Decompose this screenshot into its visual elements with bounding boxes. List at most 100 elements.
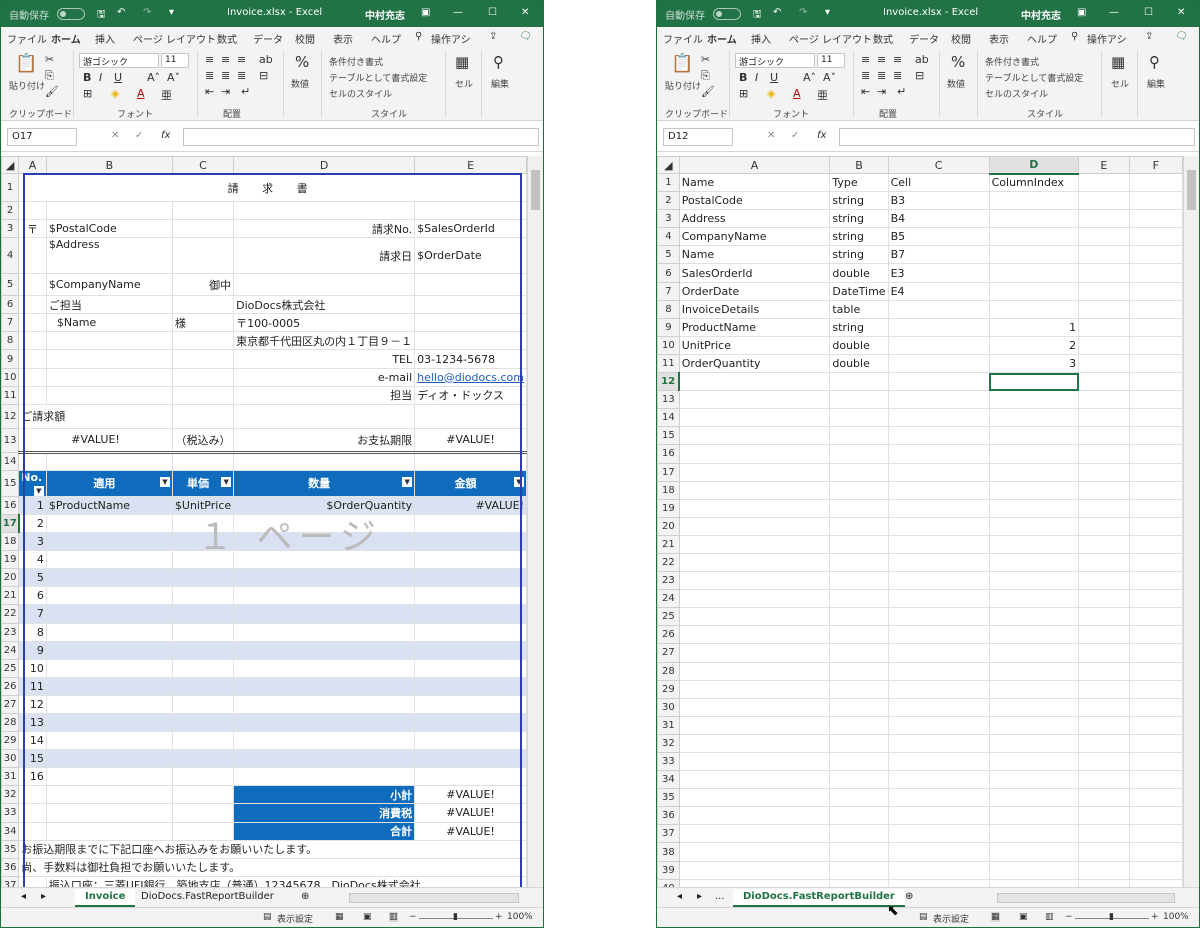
merge-center-icon[interactable]: ⊟ [915, 69, 924, 82]
empty-cell[interactable] [887, 589, 990, 609]
empty-cell[interactable] [988, 697, 1080, 717]
empty-cell[interactable] [988, 824, 1080, 844]
empty-cell[interactable] [678, 806, 831, 826]
empty-cell[interactable] [887, 842, 990, 862]
contact-name-cell[interactable]: $Name [45, 313, 173, 333]
subtotal-label[interactable]: 小計 [233, 785, 416, 805]
address-cell[interactable]: $Address [45, 237, 173, 275]
line-no[interactable]: 12 [18, 694, 47, 714]
empty-cell[interactable] [678, 408, 831, 428]
close-icon[interactable]: ✕ [1177, 7, 1185, 18]
cell-a10[interactable]: UnitPrice [678, 335, 831, 355]
row-header[interactable]: 38 [657, 842, 680, 862]
share-icon[interactable]: ⇪ [489, 31, 497, 42]
empty-cell[interactable] [988, 498, 1080, 518]
header-no[interactable]: No. ▼ [18, 469, 47, 497]
scroll-left-icon[interactable]: ◂ [21, 891, 26, 902]
sama-label[interactable]: 様 [171, 313, 235, 333]
row-header[interactable]: 1 [657, 172, 680, 193]
empty-cell[interactable] [829, 770, 889, 790]
save-icon[interactable]: 🖫 [97, 7, 106, 24]
row-header[interactable]: 31 [657, 715, 680, 735]
empty-cell[interactable] [678, 842, 831, 862]
empty-cell[interactable] [887, 770, 990, 790]
line-no[interactable]: 11 [18, 676, 47, 696]
empty-cell[interactable] [988, 480, 1080, 500]
empty-cell[interactable] [1078, 770, 1130, 790]
row-header[interactable]: 18 [1, 532, 20, 552]
filter-dropdown-icon[interactable]: ▼ [221, 477, 232, 488]
row-header[interactable]: 20 [657, 516, 680, 536]
zoom-level[interactable]: 100% [1163, 912, 1189, 922]
empty-cell[interactable] [829, 824, 889, 844]
empty-cell[interactable] [678, 534, 831, 554]
empty-cell[interactable] [1128, 571, 1183, 591]
paste-icon[interactable]: 📋 [15, 53, 37, 74]
empty-cell[interactable] [1128, 245, 1183, 265]
empty-cell[interactable] [1128, 534, 1183, 554]
ribbon-display-icon[interactable]: ▣ [1077, 7, 1086, 18]
tab-data[interactable]: データ [253, 31, 283, 46]
align-center-icon[interactable]: ≣ [877, 69, 886, 82]
postal-code-cell[interactable]: $PostalCode [45, 219, 173, 239]
display-settings-icon[interactable]: ▤ [263, 912, 272, 922]
row-header[interactable]: 27 [657, 643, 680, 663]
tax-label[interactable]: 消費税 [233, 803, 416, 823]
order-date-cell[interactable]: $OrderDate [414, 237, 527, 275]
empty-cell[interactable] [829, 462, 889, 482]
align-center-icon[interactable]: ≣ [221, 69, 230, 82]
cell-b6[interactable]: double [829, 263, 889, 283]
row-header[interactable]: 2 [1, 200, 20, 221]
col-header[interactable]: D [988, 156, 1080, 175]
order-no-cell[interactable]: $SalesOrderId [414, 219, 527, 239]
note-line-1[interactable]: お振込期限までに下記口座へお振込みをお願いいたします。 [18, 839, 527, 859]
row-header[interactable]: 3 [1, 219, 20, 239]
zoom-in-icon[interactable]: + [1151, 912, 1159, 922]
empty-cell[interactable] [887, 878, 990, 887]
phonetic-icon[interactable]: 亜 [161, 87, 172, 103]
sheet-tab-builder[interactable]: DioDocs.FastReportBuilder [733, 889, 905, 907]
empty-cell[interactable] [1128, 299, 1183, 319]
row-header[interactable]: 18 [657, 480, 680, 500]
row-header[interactable]: 19 [1, 550, 20, 570]
row-header[interactable]: 26 [657, 625, 680, 645]
cells-icon[interactable]: ▦ [1111, 53, 1125, 71]
save-icon[interactable]: 🖫 [753, 7, 762, 24]
empty-cell[interactable] [1128, 697, 1183, 717]
orientation-icon[interactable]: ab [259, 53, 273, 66]
header-amount[interactable]: 金額 ▼ [414, 469, 527, 497]
enter-icon[interactable]: ✓ [135, 130, 143, 141]
redo-icon[interactable]: ↷ [143, 7, 151, 18]
row-header[interactable]: 10 [657, 335, 680, 355]
empty-cell[interactable] [988, 191, 1080, 211]
empty-cell[interactable] [1078, 462, 1130, 482]
tab-insert[interactable]: 挿入 [751, 31, 771, 46]
cell-a7[interactable]: OrderDate [678, 281, 831, 301]
empty-cell[interactable] [988, 299, 1080, 319]
note-line-2[interactable]: 尚、手数料は御社負担でお願いいたします。 [18, 857, 527, 877]
empty-cell[interactable] [678, 679, 831, 699]
row-header[interactable]: 32 [1, 785, 20, 805]
zoom-out-icon[interactable]: − [1065, 912, 1073, 922]
comments-icon[interactable]: 🗨 [1175, 31, 1188, 42]
row-header[interactable]: 29 [1, 731, 20, 751]
row-header[interactable]: 11 [1, 385, 20, 405]
empty-cell[interactable] [678, 860, 831, 880]
copy-icon[interactable]: ⎘ [701, 69, 710, 83]
empty-cell[interactable] [887, 299, 990, 319]
empty-cell[interactable] [988, 643, 1080, 663]
cell-styles-button[interactable]: セルのスタイル [329, 87, 392, 100]
empty-cell[interactable] [1128, 426, 1183, 446]
cell-d1[interactable]: ColumnIndex [988, 172, 1080, 193]
col-header[interactable]: B [829, 156, 889, 174]
cell-styles-button[interactable]: セルのスタイル [985, 87, 1048, 100]
row-header[interactable]: 10 [1, 367, 20, 387]
empty-cell[interactable] [1078, 245, 1130, 265]
empty-cell[interactable] [988, 733, 1080, 754]
row-header[interactable]: 33 [1, 803, 20, 823]
format-as-table-button[interactable]: テーブルとして書式設定 [329, 71, 427, 84]
cell-c4[interactable]: B5 [887, 227, 990, 247]
empty-cell[interactable] [678, 589, 831, 609]
user-name[interactable]: 中村充志 [1021, 7, 1061, 22]
formula-input[interactable] [183, 128, 539, 146]
